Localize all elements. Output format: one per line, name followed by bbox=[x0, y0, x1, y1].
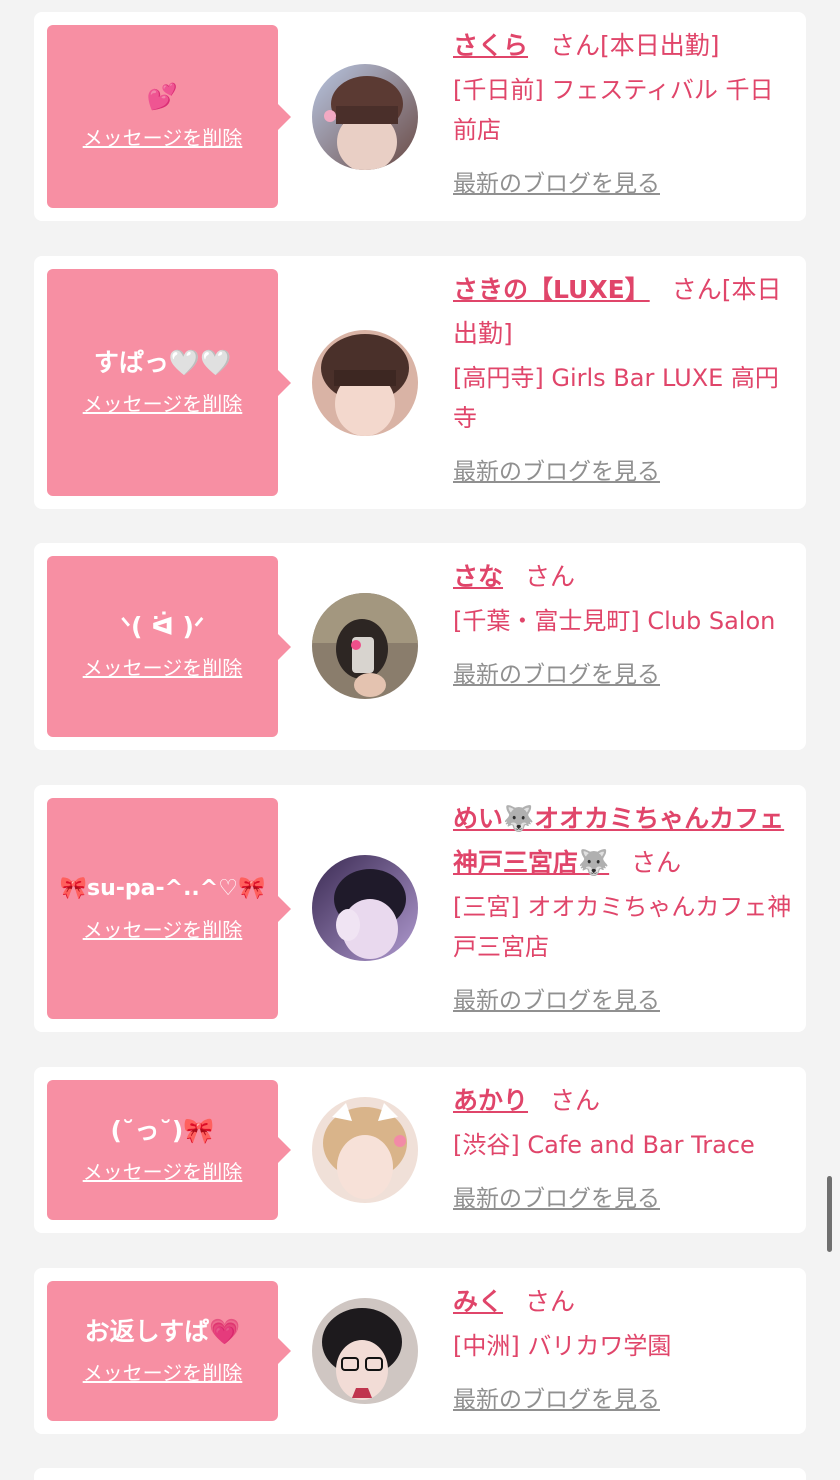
message-card: 💕 メッセージを削除 さくら さん[本日出勤] [千日前] フェスティバル 千日前… bbox=[34, 12, 806, 221]
cast-info: さくら さん[本日出勤] [千日前] フェスティバル 千日前店 最新のブログを見る bbox=[453, 24, 793, 198]
avatar-photo bbox=[312, 64, 418, 170]
shop-info: [高円寺] Girls Bar LUXE 高円寺 bbox=[453, 364, 779, 432]
honorific-status: さん[本日出勤] bbox=[550, 31, 720, 60]
message-bubble: すぱっ🤍🤍 メッセージを削除 bbox=[47, 269, 291, 496]
shop-info: [千日前] フェスティバル 千日前店 bbox=[453, 76, 774, 144]
message-card: ᐠ( ᐛ )ᐟ メッセージを削除 さな さん [千葉・富士見町] Club Sal… bbox=[34, 543, 806, 750]
honorific-status: さん bbox=[631, 848, 682, 877]
message-card: すぱっ🤍🤍 メッセージを削除 さきの【LUXE】 さん[本日出勤] [高円寺] G… bbox=[34, 256, 806, 509]
honorific-status: さん bbox=[525, 1287, 576, 1316]
cast-info: めい🐺オオカミちゃんカフェ神戸三宮店🐺 さん [三宮] オオカミちゃんカフェ神戸三… bbox=[453, 797, 793, 1015]
latest-blog-link[interactable]: 最新のブログを見る bbox=[453, 655, 660, 689]
avatar[interactable] bbox=[312, 1298, 418, 1404]
delete-message-link[interactable]: メッセージを削除 bbox=[83, 388, 243, 417]
latest-blog-link[interactable]: 最新のブログを見る bbox=[453, 1380, 660, 1414]
cast-info: あかり さん [渋谷] Cafe and Bar Trace 最新のブログを見る bbox=[453, 1079, 793, 1213]
latest-blog-link[interactable]: 最新のブログを見る bbox=[453, 164, 660, 198]
cast-info: さきの【LUXE】 さん[本日出勤] [高円寺] Girls Bar LUXE 高… bbox=[453, 268, 793, 486]
message-bubble: ᐠ( ᐛ )ᐟ メッセージを削除 bbox=[47, 556, 291, 737]
avatar[interactable] bbox=[312, 330, 418, 436]
latest-blog-link[interactable]: 最新のブログを見る bbox=[453, 452, 660, 486]
message-bubble: 💕 メッセージを削除 bbox=[47, 25, 291, 208]
message-text: すぱっ🤍🤍 bbox=[93, 348, 232, 377]
message-card: お返しすぱ💗 メッセージを削除 みく さん [中洲] バリカワ学園 最新のブログを… bbox=[34, 1268, 806, 1434]
cast-name-link[interactable]: さな bbox=[453, 562, 503, 591]
avatar-photo bbox=[312, 1097, 418, 1203]
message-text: 💕 bbox=[146, 82, 179, 111]
shop-info: [千葉・富士見町] Club Salon bbox=[453, 607, 776, 635]
delete-message-link[interactable]: メッセージを削除 bbox=[83, 1156, 243, 1185]
avatar[interactable] bbox=[312, 64, 418, 170]
message-text: (˘っ˘)🎀 bbox=[110, 1115, 215, 1145]
scrollbar[interactable] bbox=[827, 1176, 832, 1252]
message-card-partial bbox=[34, 1468, 806, 1480]
latest-blog-link[interactable]: 最新のブログを見る bbox=[453, 981, 660, 1015]
shop-info: [渋谷] Cafe and Bar Trace bbox=[453, 1131, 755, 1159]
message-bubble: お返しすぱ💗 メッセージを削除 bbox=[47, 1281, 291, 1421]
honorific-status: さん bbox=[525, 562, 576, 591]
message-text: ᐠ( ᐛ )ᐟ bbox=[120, 612, 205, 641]
delete-message-link[interactable]: メッセージを削除 bbox=[83, 652, 243, 681]
cast-name-link[interactable]: みく bbox=[453, 1287, 503, 1316]
delete-message-link[interactable]: メッセージを削除 bbox=[83, 1357, 243, 1386]
message-text: 🎀su-pa-^..^♡🎀 bbox=[59, 876, 266, 901]
avatar[interactable] bbox=[312, 855, 418, 961]
avatar-photo bbox=[312, 1298, 418, 1404]
avatar[interactable] bbox=[312, 593, 418, 699]
latest-blog-link[interactable]: 最新のブログを見る bbox=[453, 1179, 660, 1213]
honorific-status: さん bbox=[550, 1086, 601, 1115]
delete-message-link[interactable]: メッセージを削除 bbox=[83, 914, 243, 943]
cast-name-link[interactable]: めい🐺オオカミちゃんカフェ神戸三宮店🐺 bbox=[453, 804, 784, 877]
delete-message-link[interactable]: メッセージを削除 bbox=[83, 122, 243, 151]
cast-name-link[interactable]: さきの【LUXE】 bbox=[453, 275, 650, 304]
cast-info: みく さん [中洲] バリカワ学園 最新のブログを見る bbox=[453, 1280, 793, 1414]
avatar[interactable] bbox=[312, 1097, 418, 1203]
message-card: 🎀su-pa-^..^♡🎀 メッセージを削除 めい🐺オオカミちゃんカフェ神戸三宮… bbox=[34, 785, 806, 1032]
cast-info: さな さん [千葉・富士見町] Club Salon 最新のブログを見る bbox=[453, 555, 793, 689]
shop-info: [三宮] オオカミちゃんカフェ神戸三宮店 bbox=[453, 893, 792, 961]
avatar-photo bbox=[312, 593, 418, 699]
avatar-photo bbox=[312, 330, 418, 436]
message-bubble: (˘っ˘)🎀 メッセージを削除 bbox=[47, 1080, 291, 1220]
cast-name-link[interactable]: さくら bbox=[453, 31, 528, 60]
shop-info: [中洲] バリカワ学園 bbox=[453, 1332, 672, 1360]
avatar-photo bbox=[312, 855, 418, 961]
message-bubble: 🎀su-pa-^..^♡🎀 メッセージを削除 bbox=[47, 798, 291, 1019]
message-text: お返しすぱ💗 bbox=[84, 1316, 241, 1346]
message-card: (˘っ˘)🎀 メッセージを削除 あかり さん [渋谷] Cafe and Bar … bbox=[34, 1067, 806, 1233]
cast-name-link[interactable]: あかり bbox=[453, 1086, 528, 1115]
